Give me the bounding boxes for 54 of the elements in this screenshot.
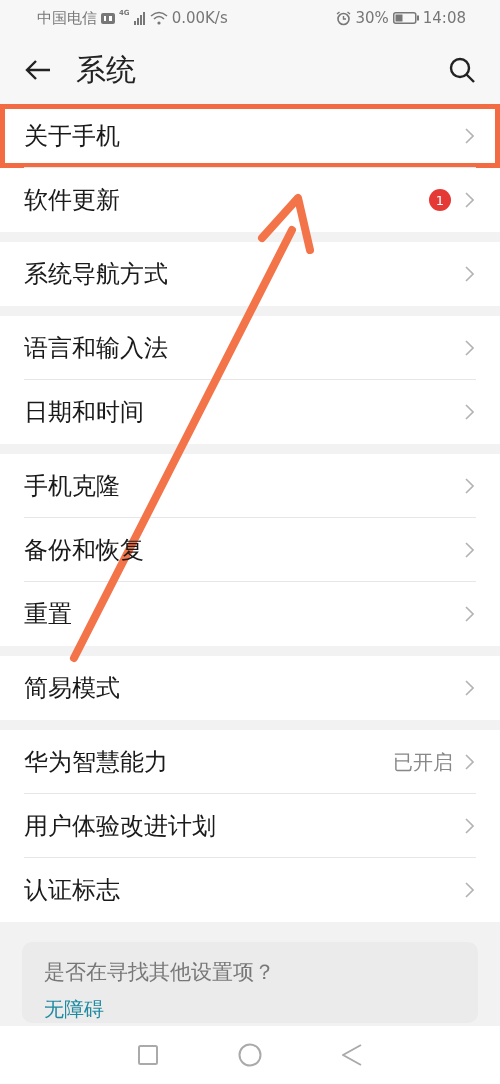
settings-row[interactable]: 用户体验改进计划	[0, 794, 500, 858]
chevron-icon	[465, 340, 474, 356]
chevron-icon	[465, 818, 474, 834]
settings-row[interactable]: 华为智慧能力 已开启	[0, 730, 500, 794]
chevron-icon	[465, 754, 474, 770]
settings-row[interactable]: 系统导航方式	[0, 242, 500, 306]
row-label: 手机克隆	[24, 471, 120, 502]
battery-icon	[392, 12, 419, 24]
settings-row[interactable]: 语言和输入法	[0, 316, 500, 380]
row-label: 系统导航方式	[24, 259, 168, 290]
chevron-icon	[465, 882, 474, 898]
settings-row[interactable]: 简易模式	[0, 656, 500, 720]
chevron-icon	[465, 606, 474, 622]
carrier-name: 中国电信	[37, 8, 97, 28]
network-speed: 0.00K/s	[171, 9, 228, 27]
row-label: 认证标志	[24, 875, 120, 906]
back-button[interactable]	[24, 58, 52, 82]
chevron-icon	[465, 128, 474, 144]
hd-icon	[101, 12, 115, 24]
chevron-icon	[465, 680, 474, 696]
chevron-icon	[465, 404, 474, 420]
update-count-badge: 1	[429, 189, 451, 211]
row-value: 已开启	[393, 748, 453, 776]
settings-row[interactable]: 软件更新 1	[0, 168, 500, 232]
back-arrow-icon	[24, 58, 52, 82]
row-label: 用户体验改进计划	[24, 811, 216, 842]
settings-row[interactable]: 手机克隆	[0, 454, 500, 518]
settings-row[interactable]: 认证标志	[0, 858, 500, 922]
chevron-icon	[465, 478, 474, 494]
row-label: 语言和输入法	[24, 333, 168, 364]
page-title: 系统	[76, 50, 136, 89]
chevron-icon	[465, 542, 474, 558]
row-label: 重置	[24, 599, 72, 630]
settings-row[interactable]: 重置	[0, 582, 500, 646]
home-icon[interactable]	[238, 1043, 262, 1067]
row-label: 软件更新	[24, 185, 120, 216]
signal-icon	[133, 11, 146, 25]
battery-percent: 30%	[355, 9, 389, 27]
back-icon[interactable]	[342, 1044, 362, 1066]
row-label: 日期和时间	[24, 397, 144, 428]
wifi-icon	[149, 11, 168, 25]
settings-row[interactable]: 日期和时间	[0, 380, 500, 444]
row-label: 关于手机	[24, 121, 120, 152]
row-label: 华为智慧能力	[24, 747, 168, 778]
alarm-icon	[336, 10, 352, 26]
suggestion-title: 是否在寻找其他设置项？	[44, 959, 275, 986]
chevron-icon	[465, 266, 474, 282]
search-icon	[448, 56, 476, 84]
row-label: 简易模式	[24, 673, 120, 704]
clock-time: 14:08	[422, 9, 466, 27]
highlighted-settings-row[interactable]: 关于手机	[0, 104, 500, 168]
recent-apps-icon[interactable]	[138, 1045, 158, 1065]
chevron-icon	[465, 192, 474, 208]
search-button[interactable]	[448, 56, 476, 84]
